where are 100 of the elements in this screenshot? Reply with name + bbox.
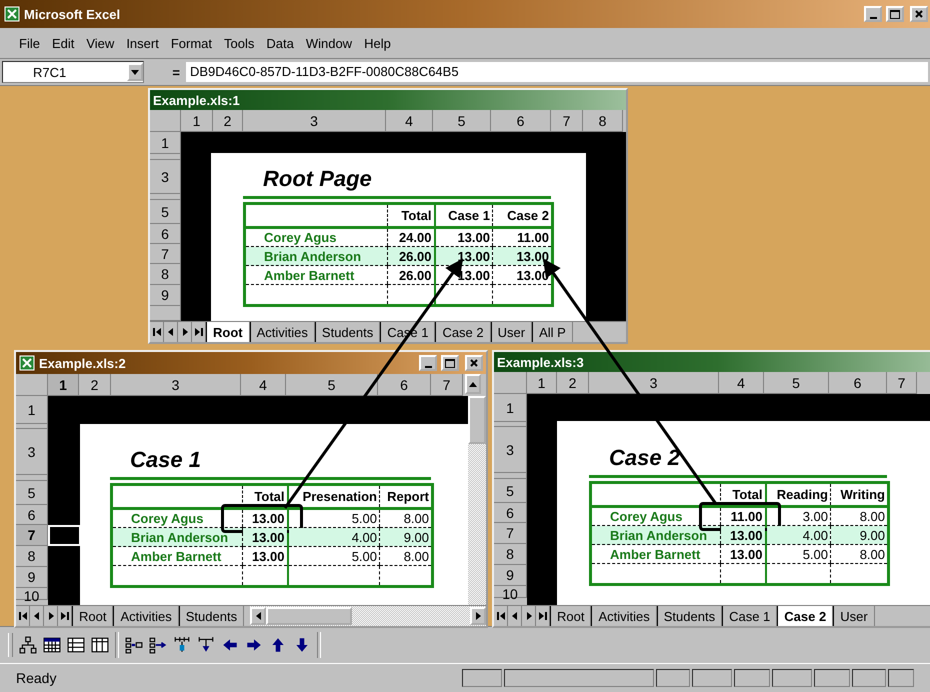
column-header[interactable]: 3 [111,374,241,396]
column-header[interactable]: 7 [887,372,917,394]
columns-icon[interactable] [91,636,109,654]
column-header[interactable]: 1 [527,372,557,394]
sheet-tab[interactable]: Case 1 [722,606,778,626]
minimize-button[interactable] [419,355,437,371]
column-header[interactable]: 3 [243,110,386,132]
status-panel [852,669,886,687]
menu-item[interactable]: Window [300,34,358,52]
demote-icon[interactable] [149,636,167,654]
column-header[interactable]: 5 [433,110,491,132]
maximize-button[interactable] [886,6,904,22]
menu-item[interactable]: Format [166,34,217,52]
last-sheet-button[interactable] [58,606,72,626]
calendar-icon[interactable] [43,636,61,654]
row-header[interactable]: 3 [494,427,527,473]
close-button[interactable] [465,355,483,371]
sheet-tab[interactable]: Case 2 [435,322,491,342]
maximize-button[interactable] [441,355,459,371]
column-header[interactable]: 2 [213,110,243,132]
row-header[interactable]: 7 [494,523,527,544]
last-sheet-button[interactable] [192,322,206,342]
column-header[interactable]: 4 [241,374,286,396]
minimize-button[interactable] [864,6,882,22]
sheet-tab[interactable]: Case 2 [777,606,834,626]
menu-item[interactable]: View [81,34,120,52]
horizontal-scrollbar[interactable] [250,606,486,626]
row-header[interactable]: 10 [16,588,48,600]
vertical-scrollbar[interactable] [468,396,486,605]
row-header[interactable]: 5 [494,479,527,503]
sheet-tab[interactable]: Root [550,606,592,626]
student-name: Amber Barnett [130,548,222,564]
column-header[interactable]: 3 [589,372,719,394]
sheet-tab[interactable]: User [490,322,532,342]
column-header[interactable]: 4 [386,110,433,132]
column-header[interactable]: 1 [181,110,213,132]
collapse-icon[interactable] [173,636,191,654]
row-header[interactable]: 7 [150,244,181,264]
row-header[interactable]: 8 [494,544,527,565]
first-sheet-button[interactable] [16,606,30,626]
expand-icon[interactable] [197,636,215,654]
row-header[interactable]: 7 [16,525,48,546]
scroll-left-button[interactable] [250,607,266,625]
close-button[interactable] [910,6,928,22]
sheet-tab[interactable]: Activities [113,606,179,626]
row-header[interactable]: 6 [16,505,48,525]
menu-item[interactable]: Help [359,34,396,52]
menu-item[interactable]: File [14,34,45,52]
row-header[interactable]: 8 [16,546,48,567]
row-header[interactable]: 1 [150,132,181,154]
sheet-tab[interactable]: User [833,606,875,626]
row-header[interactable]: 9 [494,565,527,586]
row-header[interactable]: 5 [150,200,181,224]
promote-icon[interactable] [125,636,143,654]
row-header[interactable]: 10 [494,586,527,598]
row-header[interactable]: 3 [150,160,181,194]
active-cell[interactable] [48,525,81,546]
menu-item[interactable]: Tools [219,34,260,52]
row-header[interactable]: 6 [150,224,181,244]
column-header[interactable]: 5 [286,374,378,396]
menu-item[interactable]: Edit [46,34,80,52]
row-header[interactable]: 3 [16,429,48,475]
column-header[interactable]: 4 [719,372,764,394]
row-header[interactable]: 9 [16,567,48,588]
last-sheet-button[interactable] [536,606,550,626]
row-header[interactable]: 5 [16,481,48,505]
first-sheet-button[interactable] [150,322,164,342]
menu-item[interactable]: Data [261,34,299,52]
column-header[interactable]: 2 [79,374,111,396]
column-header[interactable]: 6 [378,374,431,396]
sheet-tab[interactable]: Activities [250,322,315,342]
sheet-tab[interactable]: Activities [591,606,657,626]
row-header[interactable]: 6 [494,503,527,523]
column-header[interactable]: 6 [829,372,887,394]
sheet-tab[interactable]: Root [206,322,250,342]
scroll-right-button[interactable] [470,607,486,625]
column-header[interactable]: 7 [431,374,463,396]
scroll-up-button[interactable] [465,374,481,394]
name-box[interactable]: R7C1 [2,61,144,83]
sheet-tab[interactable]: Root [72,606,114,626]
menu-item[interactable]: Insert [121,34,164,52]
column-header[interactable]: 1 [48,374,79,396]
column-header[interactable]: 8 [583,110,623,132]
column-header[interactable]: 6 [491,110,551,132]
row-header[interactable]: 9 [150,285,181,306]
list-icon[interactable] [67,636,85,654]
first-sheet-button[interactable] [494,606,508,626]
sheet-tab[interactable]: Students [656,606,722,626]
sheet-tab[interactable]: Students [178,606,244,626]
column-header[interactable]: 2 [557,372,589,394]
row-header[interactable]: 1 [16,396,48,424]
hierarchy-icon[interactable] [19,636,37,654]
column-header[interactable]: 7 [551,110,583,132]
sheet-tab[interactable]: All P [532,322,573,342]
row-header[interactable]: 8 [150,264,181,285]
column-header[interactable]: 5 [764,372,829,394]
first-icon [18,612,26,620]
formula-field[interactable]: DB9D46C0-857D-11D3-B2FF-0080C88C64B5 [186,62,928,82]
sheet-tab[interactable]: Students [314,322,380,342]
row-header[interactable]: 1 [494,394,527,422]
